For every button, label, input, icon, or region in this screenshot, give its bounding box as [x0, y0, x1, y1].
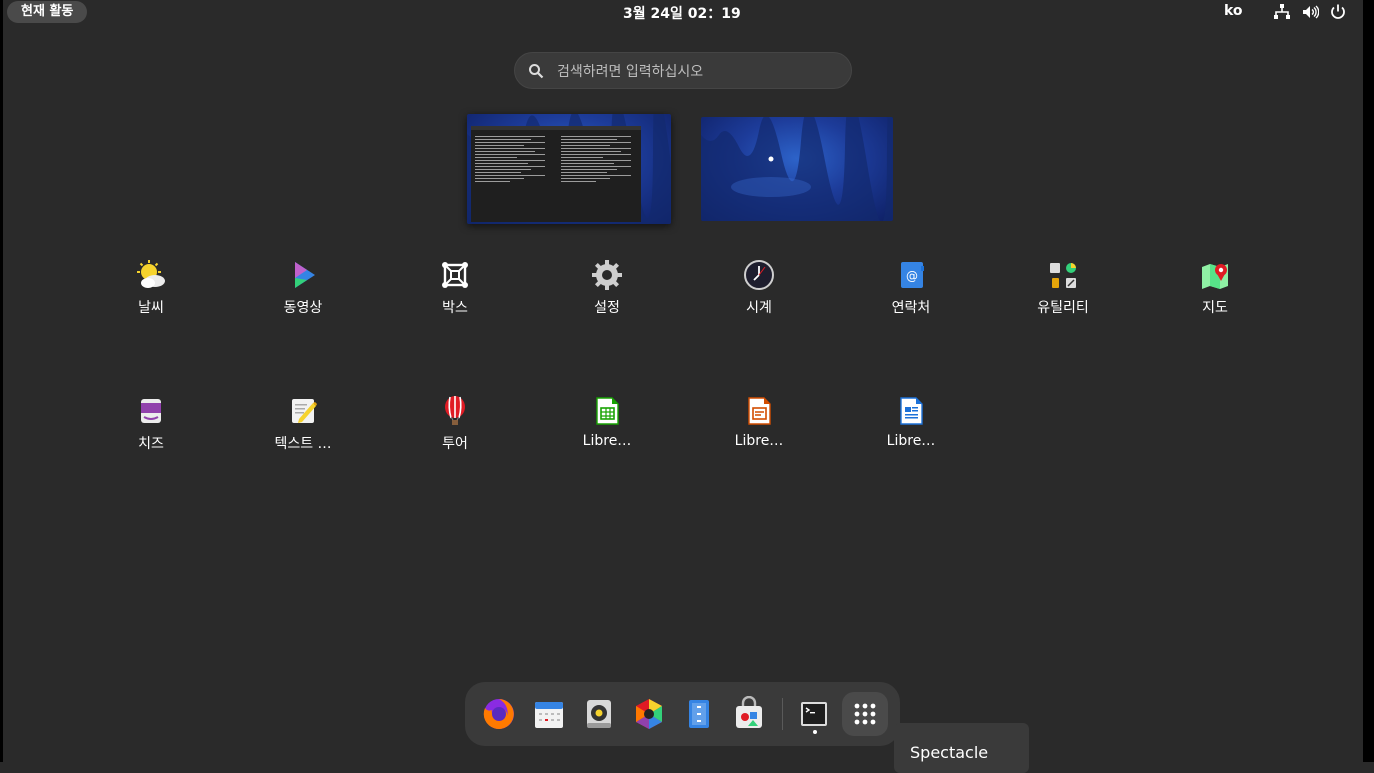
terminal-icon[interactable]: [796, 696, 832, 732]
app-label: 연락처: [891, 300, 931, 316]
app-label: Libre…: [582, 433, 632, 449]
search-box[interactable]: [514, 52, 852, 90]
contacts-icon: @: [901, 262, 924, 288]
app-tile[interactable]: Libre…: [552, 395, 662, 449]
activities-button[interactable]: 현재 활동: [7, 1, 88, 23]
workspace-thumbnail-2[interactable]: [701, 117, 893, 221]
libreoffice-calc-icon: [596, 397, 619, 425]
clock-icon: [744, 260, 774, 290]
app-label: Libre…: [734, 433, 784, 449]
app-tile[interactable]: 박스: [400, 259, 510, 317]
app-tile[interactable]: 날씨: [96, 259, 206, 317]
app-label: 날씨: [138, 300, 164, 316]
search-input[interactable]: [555, 53, 839, 90]
screen-edge-right: [1363, 0, 1374, 762]
app-tile[interactable]: 투어: [400, 395, 510, 453]
dock-separator: [782, 698, 783, 730]
app-tile[interactable]: 시계: [704, 259, 814, 317]
firefox-icon[interactable]: [481, 696, 517, 732]
app-tile[interactable]: Libre…: [856, 395, 966, 449]
photos-icon[interactable]: [631, 696, 667, 732]
app-label: 텍스트 …: [274, 436, 332, 452]
app-tile[interactable]: 설정: [552, 259, 662, 317]
app-label: 투어: [442, 436, 468, 452]
show-apps-icon[interactable]: [847, 696, 883, 732]
settings-icon: [592, 260, 622, 290]
running-indicator: [813, 730, 817, 734]
app-label: Libre…: [886, 433, 936, 449]
wallpaper-trees: [701, 117, 893, 221]
boxes-icon: [442, 262, 468, 288]
network-icon[interactable]: [1273, 3, 1291, 21]
app-label: 시계: [746, 300, 772, 316]
weather-icon: [137, 260, 165, 288]
input-language-indicator[interactable]: ko: [1224, 3, 1243, 19]
videos-icon: [295, 262, 315, 288]
app-tile[interactable]: 치즈: [96, 395, 206, 453]
dash-dock: [465, 682, 900, 746]
app-tile[interactable]: 유틸리티: [1008, 259, 1118, 317]
power-icon[interactable]: [1329, 3, 1347, 21]
files-icon[interactable]: [681, 696, 717, 732]
clock-button[interactable]: 3월 24일 02：19: [623, 3, 741, 23]
workspace-thumbnail-1[interactable]: [467, 114, 671, 224]
software-icon[interactable]: [731, 696, 767, 732]
libreoffice-impress-icon: [748, 397, 771, 425]
app-label: 유틸리티: [1037, 300, 1089, 316]
top-bar: 현재 활동 3월 24일 02：19 ko: [3, 0, 1363, 24]
tour-icon: [445, 396, 465, 425]
volume-icon[interactable]: [1301, 3, 1319, 21]
app-label: 설정: [594, 300, 620, 316]
svg-text:@: @: [906, 269, 918, 283]
search-icon: [529, 64, 544, 79]
cheese-icon: [141, 399, 161, 423]
app-tile[interactable]: 지도: [1160, 259, 1270, 317]
utilities-folder-icon: [1050, 263, 1076, 288]
text-editor-icon: [292, 399, 317, 423]
screen-edge-left: [0, 0, 3, 762]
terminal-window-thumbnail[interactable]: [471, 126, 641, 222]
maps-icon: [1202, 264, 1228, 289]
app-tile[interactable]: 동영상: [248, 259, 358, 317]
system-tray[interactable]: [1273, 3, 1347, 21]
app-tile[interactable]: @ 연락처: [856, 259, 966, 317]
calendar-icon[interactable]: [531, 696, 567, 732]
app-tile[interactable]: 텍스트 …: [248, 395, 358, 453]
dock-tooltip: Spectacle: [894, 723, 1029, 773]
app-tile[interactable]: Libre…: [704, 395, 814, 449]
app-label: 지도: [1202, 300, 1228, 316]
app-label: 동영상: [283, 300, 323, 316]
app-label: 박스: [442, 300, 468, 316]
tooltip-label: Spectacle: [910, 743, 989, 762]
app-label: 치즈: [138, 436, 164, 452]
rhythmbox-icon[interactable]: [581, 696, 617, 732]
libreoffice-writer-icon: [900, 397, 923, 425]
